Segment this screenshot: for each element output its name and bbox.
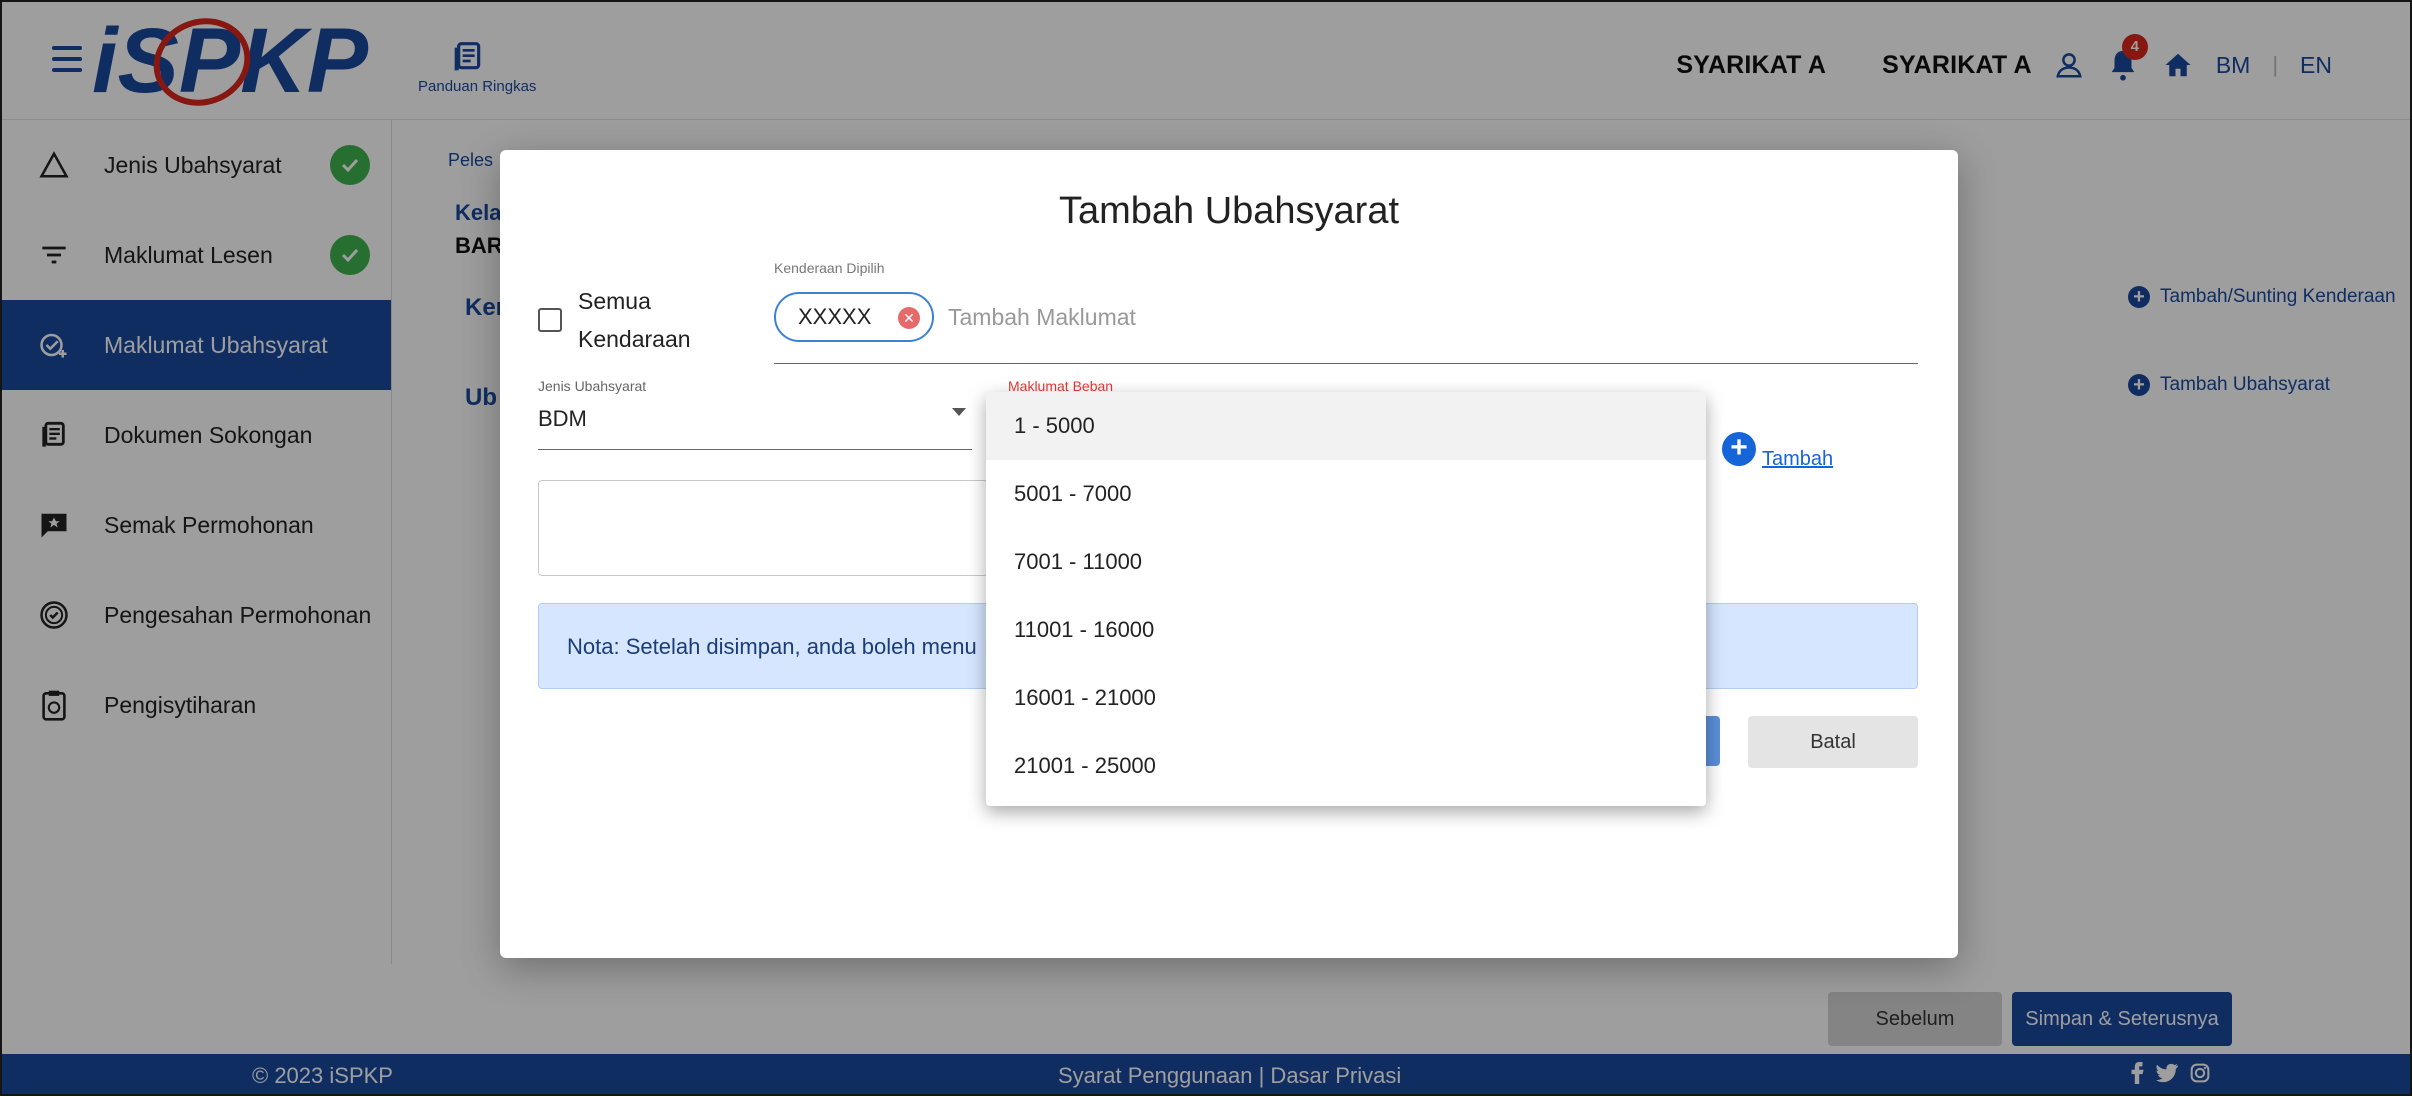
dialog-title: Tambah Ubahsyarat: [1058, 190, 1400, 232]
dropdown-option[interactable]: 11001 - 16000: [986, 596, 1706, 664]
tambah-label: Tambah: [1762, 448, 1834, 470]
remove-chip-icon[interactable]: ✕: [898, 307, 920, 329]
dropdown-option[interactable]: 1 - 5000: [986, 392, 1706, 460]
all-vehicles-label[interactable]: Semua Kendaraan: [578, 282, 718, 358]
jenis-ubahsyarat-select[interactable]: Jenis Ubahsyarat BDM: [538, 378, 972, 450]
plus-circle-icon: +: [1722, 431, 1756, 466]
all-vehicles-checkbox[interactable]: [538, 308, 562, 332]
jenis-ubahsyarat-caption: Jenis Ubahsyarat: [538, 378, 647, 394]
vehicle-chip-label: XXXXX: [798, 304, 872, 329]
dropdown-option[interactable]: 21001 - 25000: [986, 732, 1706, 800]
chevron-down-icon: [952, 408, 966, 416]
details-textarea[interactable]: [538, 480, 988, 576]
tambah-button[interactable]: + Tambah: [1722, 426, 1833, 471]
vehicle-chip[interactable]: XXXXX ✕: [774, 292, 934, 342]
jenis-ubahsyarat-value: BDM: [538, 406, 587, 431]
maklumat-beban-dropdown: 1 - 5000 5001 - 7000 7001 - 11000 11001 …: [986, 392, 1706, 806]
cancel-button[interactable]: Batal: [1748, 716, 1918, 768]
selected-vehicles-caption: Kenderaan Dipilih: [774, 260, 885, 276]
dropdown-option[interactable]: 7001 - 11000: [986, 528, 1706, 596]
dropdown-option[interactable]: 16001 - 21000: [986, 664, 1706, 732]
dropdown-option[interactable]: 5001 - 7000: [986, 460, 1706, 528]
vehicle-input[interactable]: Tambah Maklumat: [948, 304, 1136, 331]
selected-vehicles-field[interactable]: Kenderaan Dipilih XXXXX ✕ Tambah Makluma…: [774, 260, 1918, 364]
